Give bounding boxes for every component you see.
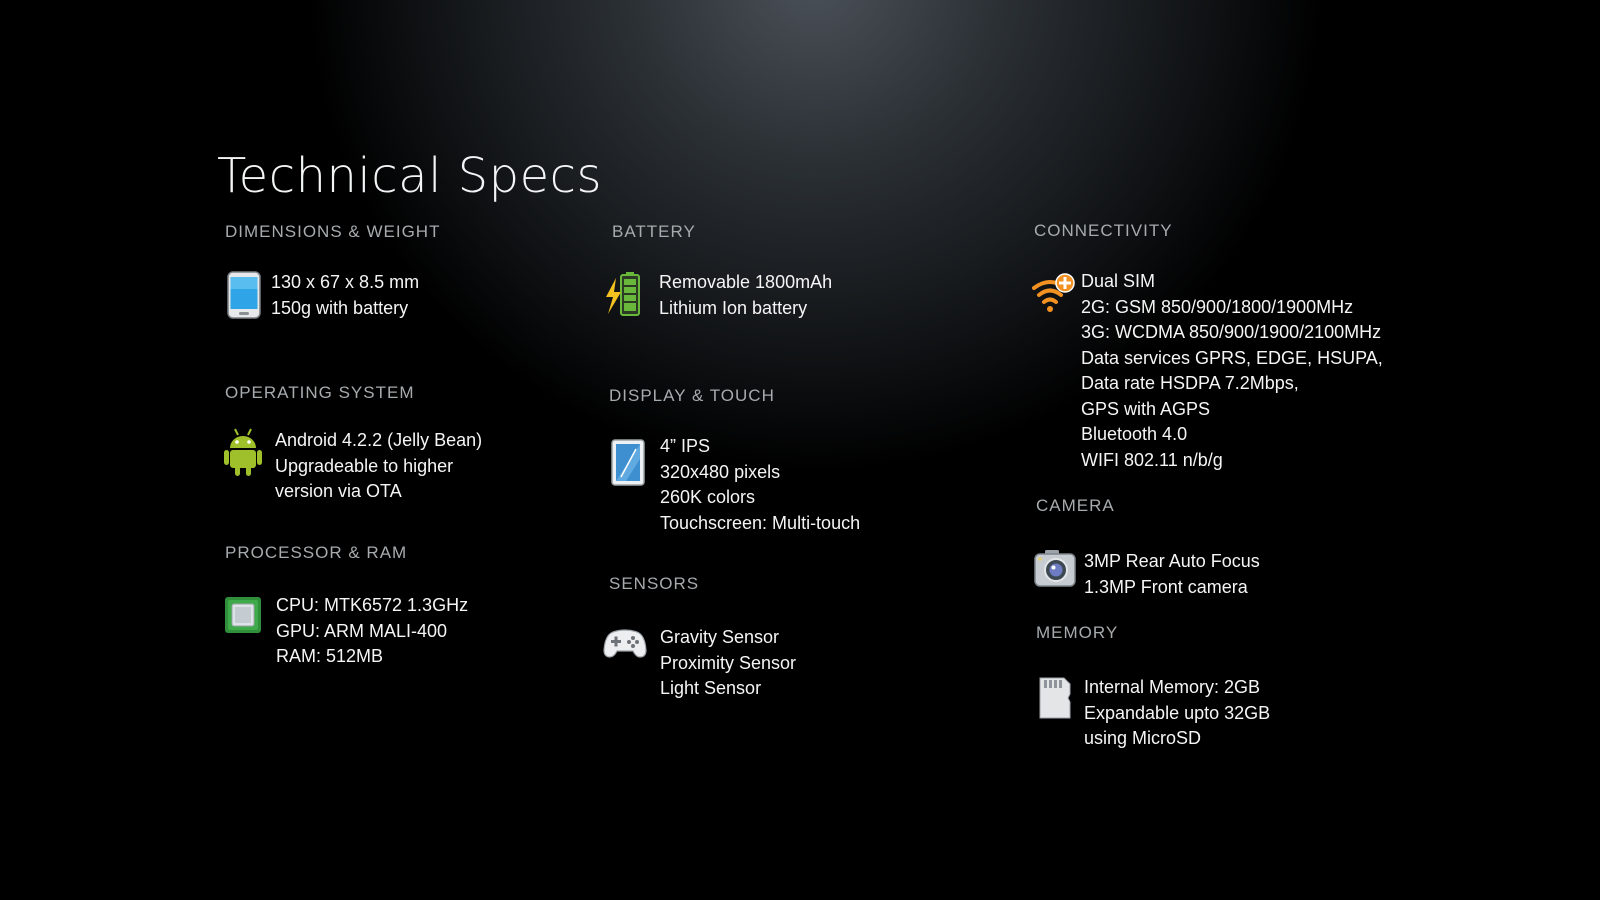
spec-line: GPU: ARM MALI-400 bbox=[276, 620, 448, 641]
section-heading-camera: CAMERA bbox=[1036, 496, 1115, 515]
spec-line: 2G: GSM 850/900/1800/1900MHz bbox=[1081, 296, 1354, 317]
section-text-connectivity: Dual SIM 2G: GSM 850/900/1800/1900MHz 3G… bbox=[1081, 269, 1383, 473]
spec-line: GPS with AGPS bbox=[1081, 398, 1211, 419]
spec-line: Data services GPRS, EDGE, HSUPA, bbox=[1081, 347, 1383, 368]
spec-line: Touchscreen: Multi-touch bbox=[660, 512, 861, 533]
spec-line: 150g with battery bbox=[271, 297, 409, 318]
spec-line: Lithium Ion battery bbox=[659, 297, 808, 318]
spec-line: Internal Memory: 2GB bbox=[1084, 677, 1261, 697]
spec-line: Dual SIM bbox=[1081, 271, 1156, 291]
camera-icon bbox=[1033, 547, 1076, 599]
spec-line: RAM: 512MB bbox=[276, 646, 384, 666]
spec-line: Android 4.2.2 (Jelly Bean) bbox=[275, 430, 483, 450]
spec-line: CPU: MTK6572 1.3GHz bbox=[276, 595, 469, 615]
section-heading-memory: MEMORY bbox=[1036, 623, 1119, 642]
section-text-sensors: Gravity Sensor Proximity Sensor Light Se… bbox=[660, 625, 796, 702]
spec-line: using MicroSD bbox=[1084, 728, 1202, 748]
section-heading-battery: BATTERY bbox=[612, 222, 696, 241]
spec-line: 260K colors bbox=[660, 487, 756, 507]
spec-line: 4” IPS bbox=[660, 436, 711, 456]
spec-line: Light Sensor bbox=[660, 678, 762, 698]
section-heading-processor: PROCESSOR & RAM bbox=[225, 543, 408, 562]
phone-icon bbox=[224, 268, 264, 320]
wifi-plus-icon bbox=[1030, 272, 1075, 324]
spec-line: Gravity Sensor bbox=[660, 627, 780, 647]
section-text-os: Android 4.2.2 (Jelly Bean) Upgradeable t… bbox=[275, 428, 482, 505]
android-icon bbox=[223, 426, 263, 478]
section-heading-os: OPERATING SYSTEM bbox=[225, 383, 415, 402]
section-text-processor: CPU: MTK6572 1.3GHz GPU: ARM MALI-400 RA… bbox=[276, 593, 468, 670]
spec-line: Bluetooth 4.0 bbox=[1081, 424, 1188, 444]
spec-line: 130 x 67 x 8.5 mm bbox=[271, 272, 420, 292]
spec-line: Data rate HSDPA 7.2Mbps, bbox=[1081, 373, 1299, 393]
section-heading-display: DISPLAY & TOUCH bbox=[609, 386, 775, 405]
section-text-display: 4” IPS 320x480 pixels 260K colors Touchs… bbox=[660, 434, 860, 536]
spec-line: 1.3MP Front camera bbox=[1084, 576, 1248, 597]
section-heading-dimensions: DIMENSIONS & WEIGHT bbox=[225, 222, 441, 241]
spec-line: Removable 1800mAh bbox=[659, 272, 833, 292]
section-text-memory: Internal Memory: 2GB Expandable upto 32G… bbox=[1084, 675, 1270, 752]
spec-line: Proximity Sensor bbox=[660, 652, 797, 673]
section-heading-connectivity: CONNECTIVITY bbox=[1034, 221, 1173, 240]
spec-line: WIFI 802.11 n/b/g bbox=[1081, 449, 1223, 470]
spec-line: 320x480 pixels bbox=[660, 461, 781, 482]
spec-line: version via OTA bbox=[275, 481, 402, 501]
battery-charging-icon bbox=[604, 270, 644, 322]
spec-line: 3MP Rear Auto Focus bbox=[1084, 551, 1260, 571]
section-text-battery: Removable 1800mAh Lithium Ion battery bbox=[659, 270, 832, 321]
spec-line: Upgradeable to higher bbox=[275, 455, 454, 476]
page-title: Technical Specs bbox=[217, 148, 603, 204]
section-text-dimensions: 130 x 67 x 8.5 mm 150g with battery bbox=[271, 270, 419, 321]
spec-line: 3G: WCDMA 850/900/1900/2100MHz bbox=[1081, 322, 1382, 342]
chip-icon bbox=[224, 592, 264, 644]
section-text-camera: 3MP Rear Auto Focus 1.3MP Front camera bbox=[1084, 549, 1260, 600]
section-heading-sensors: SENSORS bbox=[609, 574, 700, 593]
sd-card-icon bbox=[1036, 676, 1076, 728]
gamepad-icon bbox=[603, 626, 647, 678]
spec-line: Expandable upto 32GB bbox=[1084, 702, 1271, 723]
tablet-display-icon bbox=[609, 437, 649, 489]
